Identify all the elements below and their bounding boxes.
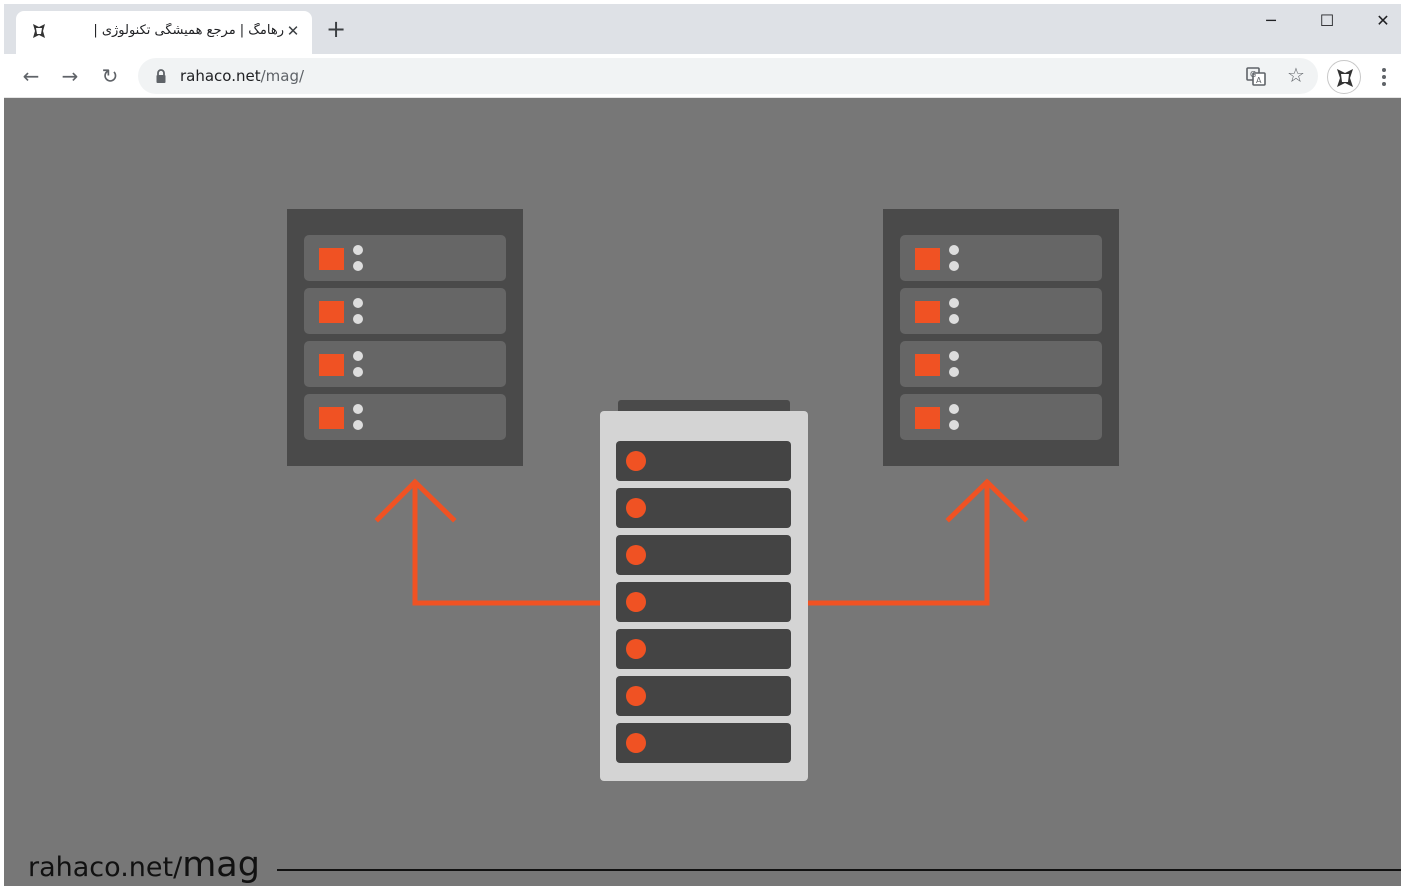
close-window-button[interactable]: ✕ bbox=[1360, 4, 1405, 40]
minimize-button[interactable]: ─ bbox=[1248, 4, 1294, 40]
server-unit bbox=[616, 441, 791, 481]
rack-unit bbox=[304, 235, 506, 281]
forward-button[interactable]: → bbox=[55, 61, 85, 91]
server-rack-left bbox=[287, 209, 523, 466]
url-text: rahaco.net/mag/ bbox=[180, 67, 304, 85]
reload-button[interactable]: ↻ bbox=[95, 61, 125, 91]
server-unit bbox=[616, 535, 791, 575]
server-unit bbox=[616, 582, 791, 622]
page-content: rahaco.net/mag bbox=[4, 98, 1401, 886]
server-rack-right bbox=[883, 209, 1119, 466]
maximize-button[interactable]: ☐ bbox=[1304, 4, 1350, 40]
lock-icon bbox=[156, 69, 166, 83]
watermark-path: mag bbox=[182, 845, 260, 885]
url-host: rahaco.net bbox=[180, 67, 261, 85]
rahaco-logo-icon bbox=[33, 24, 45, 38]
kebab-menu-icon[interactable] bbox=[1376, 64, 1392, 90]
tab-title: رهامگ | مرجع همیشگی تکنولوژی | bbox=[93, 23, 284, 38]
rack-unit bbox=[304, 341, 506, 387]
profile-avatar-icon[interactable] bbox=[1327, 60, 1361, 94]
server-unit bbox=[616, 629, 791, 669]
browser-window: رهامگ | مرجع همیشگی تکنولوژی | ✕ + ─ ☐ ✕… bbox=[4, 4, 1401, 886]
bookmark-star-icon[interactable]: ☆ bbox=[1284, 63, 1308, 87]
translate-icon[interactable]: G A bbox=[1244, 64, 1268, 88]
tab-close-button[interactable]: ✕ bbox=[282, 20, 304, 42]
arrow-right bbox=[806, 478, 1029, 606]
watermark-host: rahaco.net/ bbox=[28, 852, 183, 883]
rack-unit bbox=[304, 394, 506, 440]
rahaco-logo-icon bbox=[1337, 69, 1353, 87]
svg-text:A: A bbox=[1256, 76, 1262, 85]
rack-unit bbox=[304, 288, 506, 334]
rack-unit bbox=[900, 394, 1102, 440]
tab-strip: رهامگ | مرجع همیشگی تکنولوژی | ✕ + ─ ☐ ✕ bbox=[4, 4, 1401, 54]
tab-rahamag[interactable]: رهامگ | مرجع همیشگی تکنولوژی | ✕ bbox=[16, 11, 312, 54]
central-server bbox=[600, 400, 808, 781]
new-tab-button[interactable]: + bbox=[322, 16, 350, 44]
server-unit bbox=[616, 488, 791, 528]
url-path: /mag/ bbox=[260, 67, 305, 85]
watermark-divider bbox=[277, 869, 1401, 871]
server-unit bbox=[616, 723, 791, 763]
browser-toolbar: ← → ↻ rahaco.net/mag/ bbox=[4, 54, 1401, 98]
server-replication-illustration bbox=[287, 209, 1119, 781]
rack-unit bbox=[900, 341, 1102, 387]
server-unit bbox=[616, 676, 791, 716]
back-button[interactable]: ← bbox=[16, 61, 46, 91]
rack-unit bbox=[900, 288, 1102, 334]
rack-unit bbox=[900, 235, 1102, 281]
address-bar[interactable]: rahaco.net/mag/ bbox=[138, 58, 1318, 94]
watermark: rahaco.net/mag bbox=[28, 845, 260, 885]
arrow-left bbox=[374, 478, 604, 606]
